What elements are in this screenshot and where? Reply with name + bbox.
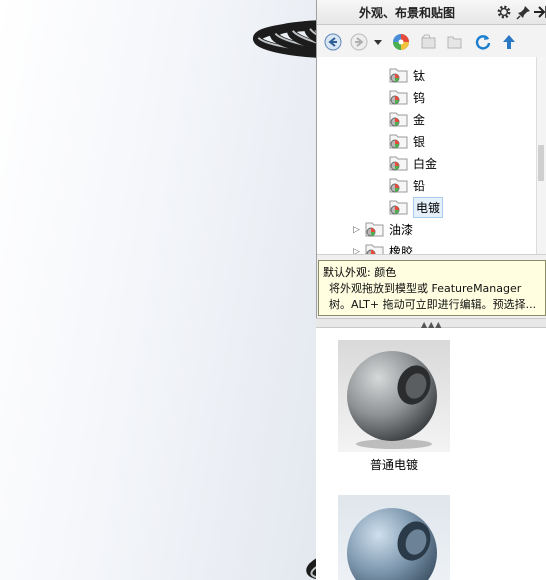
appearance-swatch-list[interactable]: 普通电镀 <box>316 328 546 580</box>
swatch-plating-caption: 普通电镀 <box>369 458 418 472</box>
expand-triangle-icon[interactable]: ▷ <box>353 225 360 235</box>
appearance-folder-icon <box>389 66 409 84</box>
tooltip-header: 默认外观: 颜色 <box>323 266 397 279</box>
appearance-folder-tree[interactable]: 钛 钨 金 银 白金 铅 电镀 ▷ 油漆 ▷ 橡胶 <box>317 57 546 255</box>
pane-title: 外观、布景和贴图 <box>359 6 456 20</box>
tree-scrollbar[interactable] <box>536 57 546 254</box>
tree-item-paint[interactable]: 油漆 <box>365 218 413 240</box>
open-folder-icon[interactable] <box>445 32 465 52</box>
appearance-folder-icon <box>389 110 409 128</box>
appearance-folder-icon <box>389 154 409 172</box>
tree-item-tungsten[interactable]: 钨 <box>389 86 425 108</box>
expand-triangle-icon[interactable]: ▷ <box>353 247 360 254</box>
forward-arrow-icon[interactable] <box>349 32 369 52</box>
appearance-folder-icon <box>365 220 385 238</box>
dropdown-triangle-icon[interactable] <box>372 32 384 52</box>
pane-title-bar: 外观、布景和贴图 <box>317 0 546 25</box>
gear-icon[interactable] <box>495 3 513 21</box>
arrow-right-icon[interactable] <box>531 3 546 21</box>
tree-item-plating[interactable]: 电镀 <box>389 196 444 218</box>
hint-tooltip: 默认外观: 颜色 将外观拖放到模型或 FeatureManager 树。ALT+… <box>318 260 546 316</box>
tooltip-body: 将外观拖放到模型或 FeatureManager 树。ALT+ 拖动可立即进行编… <box>329 282 537 311</box>
swatch-plating-thumbnail[interactable] <box>338 340 450 452</box>
swatch-blue-thumbnail[interactable] <box>338 495 450 580</box>
back-arrow-icon[interactable] <box>323 32 343 52</box>
pane-splitter[interactable]: ▲▲▲ <box>316 318 546 329</box>
graphics-viewport[interactable] <box>0 0 316 580</box>
appearance-folder-icon <box>389 198 409 216</box>
appearance-folder-icon <box>389 132 409 150</box>
tree-item-rubber[interactable]: 橡胶 <box>365 240 413 254</box>
appearance-folder-icon <box>389 88 409 106</box>
appearance-folder-icon <box>389 176 409 194</box>
new-folder-icon[interactable] <box>419 32 439 52</box>
tree-item-silver[interactable]: 银 <box>389 130 425 152</box>
tree-item-platinum[interactable]: 白金 <box>389 152 437 174</box>
appearance-folder-icon <box>365 242 385 254</box>
pane-toolbar <box>317 25 546 58</box>
up-arrow-icon[interactable] <box>499 32 519 52</box>
scrollbar-thumb[interactable] <box>538 145 544 181</box>
tree-item-titanium[interactable]: 钛 <box>389 64 425 86</box>
tree-item-gold[interactable]: 金 <box>389 108 425 130</box>
coil-turn <box>306 527 316 580</box>
tree-item-lead[interactable]: 铅 <box>389 174 425 196</box>
spring-coil-model[interactable] <box>0 0 316 580</box>
refresh-icon[interactable] <box>473 32 493 52</box>
color-palette-icon[interactable] <box>391 32 411 52</box>
